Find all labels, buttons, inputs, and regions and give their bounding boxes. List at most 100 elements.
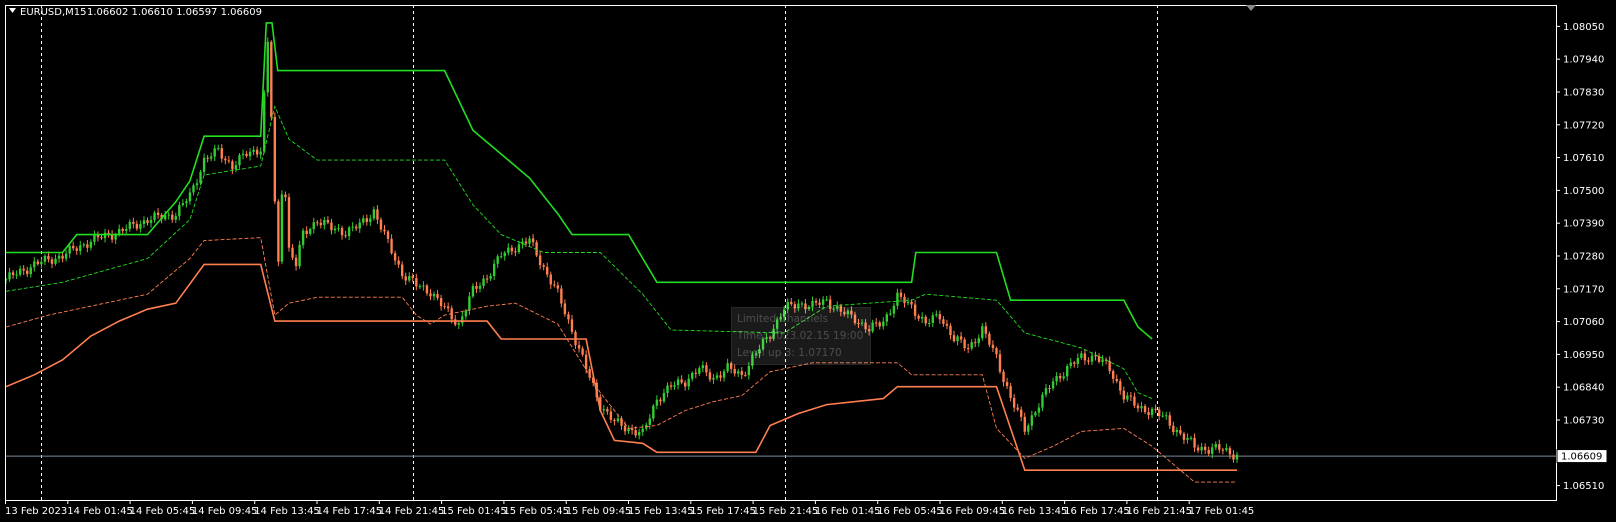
bull-candle-body xyxy=(128,221,132,229)
bull-candle-body xyxy=(800,303,804,305)
bear-candle-body xyxy=(354,226,358,229)
bull-candle-body xyxy=(418,286,422,288)
bear-candle-body xyxy=(294,257,298,267)
bull-candle-body xyxy=(977,338,980,344)
bear-candle-body xyxy=(454,319,457,325)
x-tick-label: 14 Feb 05:45 xyxy=(130,506,196,517)
bear-candle-body xyxy=(744,374,747,376)
bull-candle-body xyxy=(461,316,464,324)
bear-candle-body xyxy=(708,372,712,380)
x-tick-label: 15 Feb 21:45 xyxy=(753,506,819,517)
bull-candle-body xyxy=(468,296,471,311)
x-tick-label: 15 Feb 01:45 xyxy=(441,506,507,517)
x-tick-label: 15 Feb 05:45 xyxy=(503,506,569,517)
bull-candle-body xyxy=(93,234,96,242)
bull-candle-body xyxy=(298,244,301,267)
bear-candle-body xyxy=(538,255,542,266)
bull-candle-body xyxy=(500,256,503,258)
bear-candle-body xyxy=(50,259,54,264)
bull-candle-body xyxy=(82,244,86,246)
bull-candle-body xyxy=(457,323,460,325)
x-tick-label: 13 Feb 2023 xyxy=(5,506,67,517)
bull-candle-body xyxy=(337,228,340,230)
bull-candle-body xyxy=(263,92,266,152)
bull-candle-body xyxy=(882,321,885,327)
bear-candle-body xyxy=(818,302,821,305)
bull-candle-body xyxy=(178,205,181,217)
bear-candle-body xyxy=(146,220,149,224)
bull-candle-body xyxy=(956,336,959,342)
bull-candle-body xyxy=(1225,448,1228,451)
bear-candle-body xyxy=(1228,448,1232,455)
bear-candle-body xyxy=(227,160,231,162)
bear-candle-body xyxy=(913,304,917,316)
bull-candle-body xyxy=(1030,415,1034,426)
x-tick-label: 15 Feb 09:45 xyxy=(566,506,632,517)
bull-candle-body xyxy=(691,372,694,379)
bull-candle-body xyxy=(471,285,475,297)
bull-candle-body xyxy=(507,247,510,253)
bear-candle-body xyxy=(1143,406,1147,412)
bear-candle-body xyxy=(1133,396,1136,406)
bear-candle-body xyxy=(683,382,687,387)
bull-candle-body xyxy=(1140,406,1143,409)
bear-candle-body xyxy=(330,222,333,231)
bull-candle-body xyxy=(698,368,701,374)
bull-candle-body xyxy=(79,245,82,251)
bull-candle-body xyxy=(928,322,931,324)
bull-candle-body xyxy=(871,322,874,332)
bull-candle-body xyxy=(125,228,128,231)
bull-candle-body xyxy=(1051,381,1055,389)
bull-candle-body xyxy=(199,171,202,184)
price-axis[interactable]: 1.08050 1.07940 1.07830 1.07720 1.07610 1.075… xyxy=(1556,22,1604,492)
bear-candle-body xyxy=(963,339,966,349)
bear-candle-body xyxy=(415,278,418,287)
bull-candle-body xyxy=(892,305,896,314)
bear-candle-body xyxy=(514,251,517,253)
bear-candle-body xyxy=(475,285,478,289)
bull-candle-body xyxy=(369,218,372,222)
y-tick-label: 1.07940 xyxy=(1563,55,1604,66)
bear-candle-body xyxy=(61,255,64,259)
bear-candle-body xyxy=(659,399,662,402)
bear-candle-body xyxy=(1012,397,1016,408)
bull-candle-body xyxy=(333,228,337,231)
bear-candle-body xyxy=(560,288,563,304)
bull-candle-body xyxy=(970,342,973,349)
bear-candle-body xyxy=(1207,449,1210,454)
bull-candle-body xyxy=(1175,430,1179,433)
bull-candle-body xyxy=(616,418,620,422)
bear-candle-body xyxy=(542,265,545,267)
bear-candle-body xyxy=(11,272,15,275)
bear-candle-body xyxy=(549,274,552,285)
bull-candle-body xyxy=(68,245,71,254)
bear-candle-body xyxy=(991,344,995,349)
bull-candle-body xyxy=(18,268,22,275)
bull-candle-body xyxy=(1066,366,1069,377)
bear-candle-body xyxy=(171,214,174,220)
bear-candle-body xyxy=(1097,356,1101,362)
bull-candle-body xyxy=(747,365,751,376)
bear-candle-body xyxy=(1073,362,1076,364)
bull-candle-body xyxy=(323,219,326,226)
bull-candle-body xyxy=(234,165,238,170)
bear-candle-body xyxy=(705,365,708,373)
bull-candle-body xyxy=(1235,454,1239,460)
bear-candle-body xyxy=(790,301,793,305)
bull-candle-body xyxy=(408,276,411,281)
bear-candle-body xyxy=(404,276,407,281)
bear-candle-body xyxy=(959,336,963,340)
bull-candle-body xyxy=(252,149,255,152)
bear-candle-body xyxy=(429,293,432,297)
price-chart[interactable]: 1.08050 1.07940 1.07830 1.07720 1.07610 1.075… xyxy=(0,0,1616,522)
bull-candle-body xyxy=(1044,388,1048,395)
x-tick-label: 16 Feb 17:45 xyxy=(1064,506,1130,517)
bull-candle-body xyxy=(737,371,740,374)
bear-candle-body xyxy=(86,244,89,248)
bear-candle-body xyxy=(291,247,294,258)
bull-candle-body xyxy=(889,313,892,315)
bear-candle-body xyxy=(581,348,584,355)
bear-candle-body xyxy=(1087,360,1090,362)
bear-candle-body xyxy=(224,158,227,161)
bull-candle-body xyxy=(103,232,107,239)
